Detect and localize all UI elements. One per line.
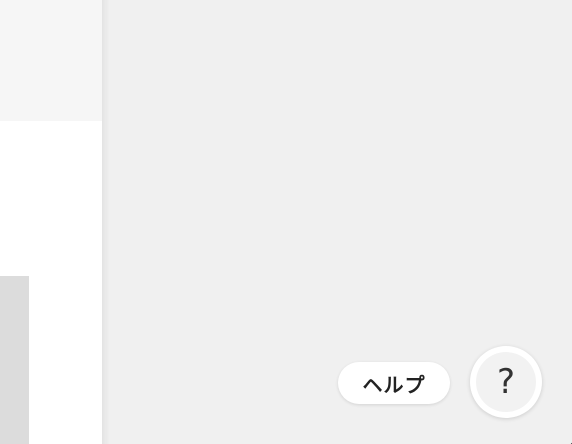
left-panel-block [0,276,29,444]
left-panel [0,0,102,444]
question-mark-icon: ? [476,352,536,412]
page: ヘルプ ? [0,0,572,444]
help-label[interactable]: ヘルプ [338,362,450,404]
left-panel-header [0,0,102,121]
help-button[interactable]: ? [470,346,542,418]
panel-divider-shadow [102,0,110,444]
resize-handle-icon[interactable] [566,438,572,444]
